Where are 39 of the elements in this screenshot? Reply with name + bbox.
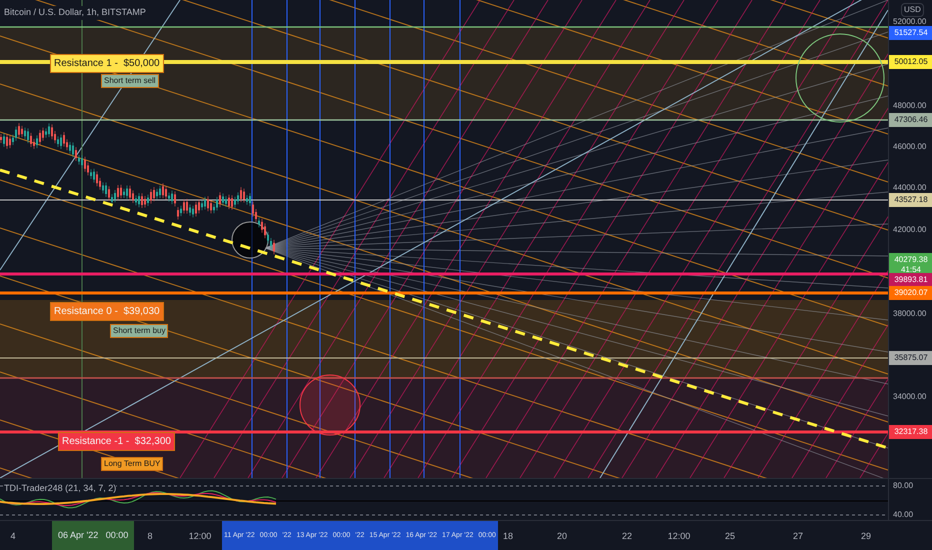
indicator-axis-label: 40.00 xyxy=(893,509,914,521)
price-label: 44000.00 xyxy=(893,182,926,194)
time-label: 27 xyxy=(793,530,803,543)
price-label: 42000.00 xyxy=(893,224,926,236)
resistance-label: Resistance -1 - $32,300 xyxy=(58,432,175,451)
note-label: Short term sell xyxy=(101,74,159,88)
time-label: 4 xyxy=(10,530,16,543)
price-badge: 50012.05 xyxy=(889,55,932,69)
price-badge: 39020.07 xyxy=(889,286,932,300)
price-badge: 51527.54 xyxy=(889,26,932,40)
note-label: Short term buy xyxy=(110,324,168,338)
price-badge: 43527.18 xyxy=(889,193,932,207)
price-badge: 39893.81 xyxy=(889,273,932,287)
resistance-label: Resistance 0 - $39,030 xyxy=(50,302,164,321)
time-label: 12:00 xyxy=(188,530,212,543)
price-label: 38000.00 xyxy=(893,308,926,320)
time-label: 20 xyxy=(557,530,567,543)
circle-marker xyxy=(300,374,360,436)
time-label: 29 xyxy=(861,530,871,543)
price-label: 46000.00 xyxy=(893,141,926,153)
indicator-title: TDI-Trader248 (21, 34, 7, 2) xyxy=(4,482,116,496)
time-label: 25 xyxy=(725,530,735,543)
indicator-axis-label: 80.00 xyxy=(893,480,914,492)
chart-title: Bitcoin / U.S. Dollar, 1h, BITSTAMP xyxy=(4,6,146,20)
currency-label: USD xyxy=(901,3,924,17)
note-label: Long Term BUY xyxy=(101,457,164,471)
time-label: 22 xyxy=(622,530,632,543)
price-label: 48000.00 xyxy=(893,100,926,112)
circle-marker xyxy=(232,222,268,258)
price-label: 34000.00 xyxy=(893,391,926,403)
price-badge: 35875.07 xyxy=(889,351,932,365)
price-badge: 47306.46 xyxy=(889,113,932,127)
time-label: 12:00 xyxy=(668,530,690,543)
price-badge: 32317.38 xyxy=(889,425,932,439)
resistance-label: Resistance 1 - $50,000 xyxy=(50,54,164,73)
time-label: 18 xyxy=(503,530,513,543)
time-label: 8 xyxy=(148,530,152,543)
date-marker-badge: 06 Apr '22 00:00 xyxy=(52,521,134,550)
price-label: 52000.00 xyxy=(893,16,926,28)
